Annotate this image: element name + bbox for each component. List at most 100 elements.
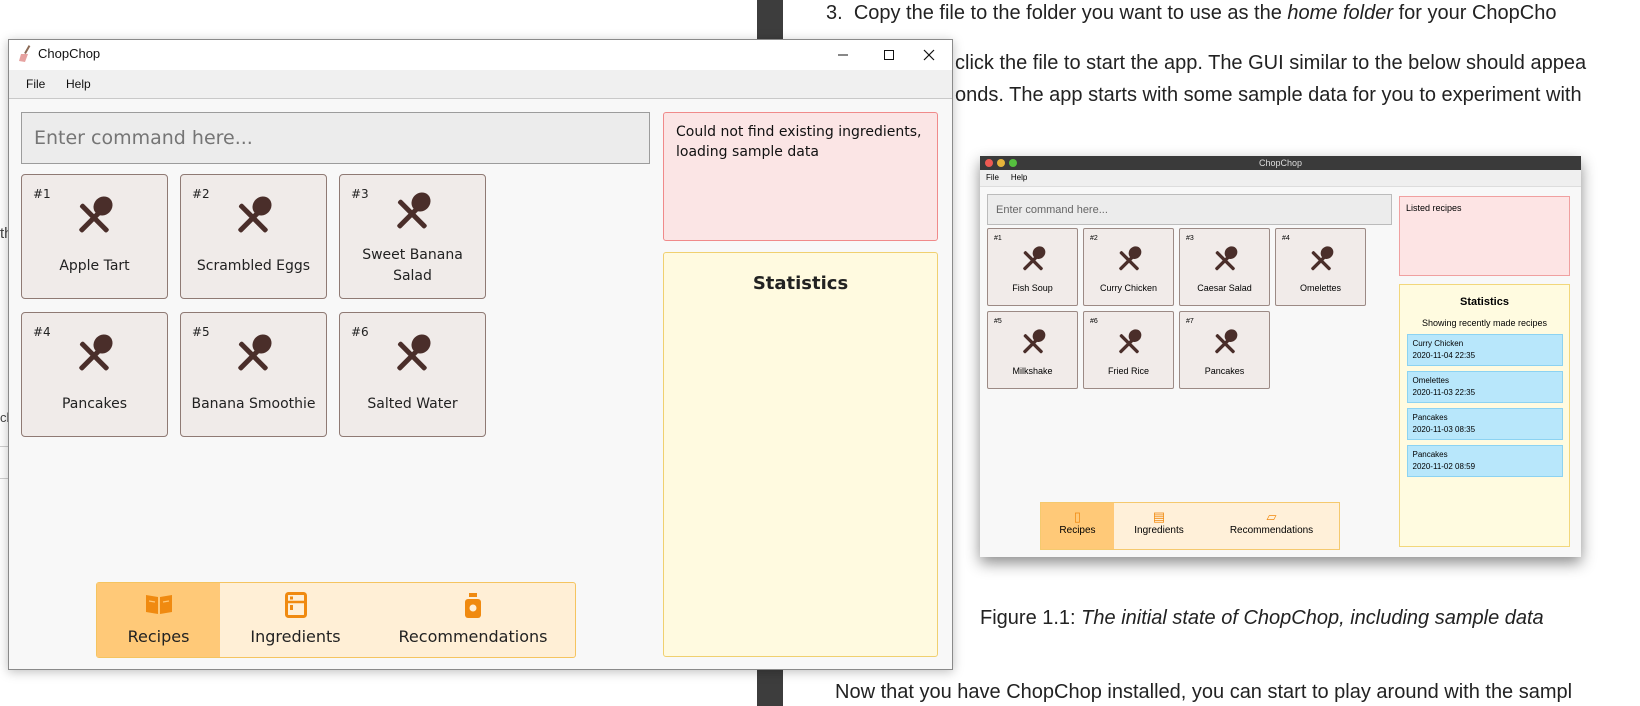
recipe-name: Caesar Salad: [1197, 283, 1252, 293]
figure-recipe-card: #1 Fish Soup: [987, 228, 1078, 306]
recipe-name: Curry Chicken: [1099, 283, 1157, 293]
recipe-name: Pancakes: [1204, 366, 1245, 376]
minimize-icon: [838, 54, 848, 56]
figure-screenshot: ChopChop File Help Enter command here... …: [980, 156, 1581, 557]
utensils-icon: [1215, 246, 1238, 271]
recipe-card[interactable]: #5 Banana Smoothie: [180, 312, 327, 437]
figure-statistics-subtitle: Showing recently made recipes: [1421, 318, 1548, 328]
recipe-card[interactable]: #1 Apple Tart: [21, 174, 168, 299]
recent-time: 2020-11-03 22:35: [1412, 388, 1476, 397]
recipe-number: #4: [33, 325, 51, 339]
title-bar[interactable]: ChopChop: [9, 40, 952, 70]
figure-statistics-title: Statistics: [1460, 296, 1509, 308]
utensils-icon: [238, 196, 272, 233]
recipe-card[interactable]: #4 Pancakes: [21, 312, 168, 437]
figure-menu-help: Help: [1010, 173, 1028, 182]
step-emphasis: home folder: [1287, 2, 1394, 24]
menu-bar: File Help: [9, 70, 952, 99]
recipe-number: #6: [1090, 318, 1098, 325]
tab-ingredients[interactable]: Ingredients: [220, 583, 371, 657]
utensils-icon: [1215, 329, 1238, 354]
recipe-name: Pancakes: [61, 396, 128, 412]
figure-recipe-card: #3 Caesar Salad: [1179, 228, 1270, 306]
figure-menubar: File Help: [980, 170, 1581, 187]
recent-name: Curry Chicken: [1412, 339, 1464, 348]
recipe-number: #6: [351, 325, 369, 339]
figure-statistics-panel: Statistics Showing recently made recipes…: [1399, 284, 1570, 547]
figure-tab-ingredients: ▤ Ingredients: [1114, 503, 1204, 549]
window-title: ChopChop: [38, 46, 101, 61]
figure-recipe-card: #7 Pancakes: [1179, 311, 1270, 389]
figure-tab-label: Recommendations: [1229, 525, 1314, 536]
figure-tab-recipes: ▯ Recipes: [1041, 503, 1114, 549]
utensils-icon: [1311, 246, 1334, 271]
figure-recipe-card: #6 Fried Rice: [1083, 311, 1174, 389]
recipe-number: #2: [1090, 235, 1098, 242]
utensils-icon: [1119, 329, 1142, 354]
figure-tab-label: Recipes: [1059, 525, 1096, 536]
figure-recent-item: Curry Chicken 2020-11-04 22:35: [1406, 334, 1563, 366]
close-icon: [923, 49, 935, 61]
tab-label: Recommendations: [398, 627, 548, 646]
figure-menu-file: File: [986, 173, 999, 182]
figure-titlebar: ChopChop: [980, 156, 1581, 170]
utensils-icon: [1023, 246, 1046, 271]
utensils-icon: [397, 192, 431, 229]
recipe-card[interactable]: #6 Salted Water: [339, 312, 486, 437]
figure-tab-recommendations: ▱ Recommendations: [1204, 503, 1339, 549]
tab-label: Ingredients: [250, 627, 341, 646]
figure-recipe-card: #4 Omelettes: [1275, 228, 1366, 306]
command-input[interactable]: [21, 112, 650, 164]
tab-label: Recipes: [127, 627, 190, 646]
recipe-name: Scrambled Eggs: [196, 258, 311, 274]
recipe-name: Fish Soup: [1012, 283, 1053, 293]
tab-recipes[interactable]: Recipes: [97, 583, 220, 657]
recipe-number: #5: [192, 325, 210, 339]
step-text: Copy the file to the folder you want to …: [853, 2, 1288, 24]
app-broom-icon: [19, 45, 31, 62]
recipe-number: #4: [1282, 235, 1290, 242]
recipe-card[interactable]: #2 Scrambled Eggs: [180, 174, 327, 299]
menu-file[interactable]: File: [26, 77, 45, 91]
utensils-icon: [79, 196, 113, 233]
utensils-icon: [397, 334, 431, 371]
zoom-dot-icon: [1009, 159, 1017, 167]
step-number: 3.: [826, 2, 843, 24]
figure-title: ChopChop: [1258, 158, 1303, 168]
jar-icon: ▱: [1266, 509, 1277, 524]
statistics-panel: Statistics: [663, 252, 938, 657]
jar-icon: [465, 593, 481, 618]
recent-time: 2020-11-03 08:35: [1412, 425, 1476, 434]
menu-help[interactable]: Help: [66, 77, 91, 91]
recipe-number: #7: [1186, 318, 1194, 325]
close-dot-icon: [985, 159, 993, 167]
caption-text: The initial state of ChopChop, including…: [1081, 607, 1544, 629]
recent-time: 2020-11-04 22:35: [1412, 351, 1476, 360]
fridge-icon: [284, 592, 307, 618]
statistics-title: Statistics: [752, 273, 849, 294]
recent-name: Pancakes: [1412, 413, 1448, 422]
recipe-name: Apple Tart: [59, 258, 130, 274]
recipe-name: Omelettes: [1299, 283, 1341, 293]
close-button[interactable]: [906, 40, 952, 70]
figure-recent-item: Omelettes 2020-11-03 22:35: [1406, 371, 1563, 403]
figure-recent-item: Pancakes 2020-11-03 08:35: [1406, 408, 1563, 440]
recipe-name: Salted Water: [367, 396, 458, 412]
tab-recommendations[interactable]: Recommendations: [371, 583, 575, 657]
step-text-end: for your ChopCho: [1393, 2, 1557, 24]
doc-line-2: click the file to start the app. The GUI…: [955, 52, 1587, 74]
recipe-name: Fried Rice: [1107, 366, 1149, 376]
figure-recipe-card: #2 Curry Chicken: [1083, 228, 1174, 306]
utensils-icon: [1119, 246, 1142, 271]
recipe-number: #5: [994, 318, 1002, 325]
recipe-card[interactable]: #3 Sweet Banana Salad: [339, 174, 486, 299]
minimize-button[interactable]: [820, 40, 866, 70]
recipe-name: Sweet Banana Salad: [362, 247, 463, 284]
maximize-icon: [884, 50, 894, 60]
book-icon: ▯: [1073, 509, 1082, 524]
tab-bar: Recipes Ingredients Recommendations: [96, 582, 576, 658]
recipe-number: #3: [1186, 235, 1194, 242]
figure-tab-label: Ingredients: [1134, 525, 1184, 536]
recent-name: Omelettes: [1412, 376, 1449, 385]
figure-result-display: Listed recipes: [1399, 196, 1570, 276]
